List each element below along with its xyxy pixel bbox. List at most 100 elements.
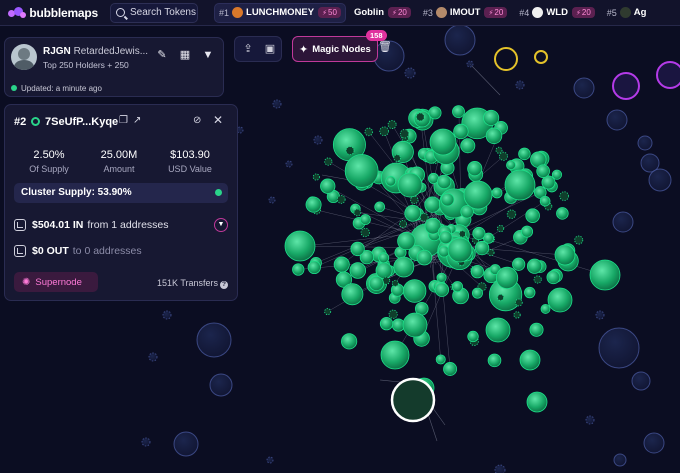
bubble-node[interactable] (360, 227, 370, 238)
bubble-node[interactable] (429, 128, 457, 156)
token-tab-4[interactable]: #4 WLD 20 (515, 3, 598, 23)
bubble-node[interactable] (345, 146, 355, 156)
bubble-node[interactable] (514, 298, 523, 307)
trash-icon[interactable]: 🗑 (378, 40, 392, 56)
bubble-node[interactable] (451, 281, 464, 293)
bubble-node[interactable] (336, 195, 346, 204)
share-icon[interactable]: ⇪ (241, 42, 255, 56)
bubble-node[interactable] (546, 270, 561, 285)
bubble-node[interactable] (397, 172, 423, 198)
bubble-node[interactable] (515, 80, 525, 90)
token-tab-5[interactable]: #5 Ag (603, 3, 655, 23)
bubble-node[interactable] (393, 256, 415, 278)
bubble-node[interactable] (320, 178, 336, 194)
bubble-node[interactable] (643, 432, 665, 454)
bubble-node[interactable] (344, 154, 379, 188)
hide-icon[interactable]: ⊘ (193, 115, 201, 126)
bubble-node[interactable] (324, 157, 333, 166)
bubble-node[interactable] (495, 146, 503, 154)
bubble-node[interactable] (453, 123, 469, 140)
bubble-node[interactable] (385, 175, 397, 187)
bubble-node[interactable] (393, 154, 401, 162)
bubble-node[interactable] (436, 272, 447, 283)
bubble-node[interactable] (419, 212, 429, 222)
bubble-node[interactable] (460, 138, 476, 154)
bubble-node[interactable] (447, 237, 473, 263)
bubble-node[interactable] (513, 311, 521, 319)
bubble-node[interactable] (379, 317, 394, 331)
bubble-node[interactable] (573, 77, 595, 99)
bubble-node[interactable] (375, 262, 393, 280)
bubble-node[interactable] (374, 201, 386, 213)
bubble-node[interactable] (540, 304, 551, 314)
bubble-node[interactable] (598, 327, 640, 369)
bubble-node[interactable] (272, 99, 282, 109)
bubble-node[interactable] (292, 263, 305, 276)
bubble-node[interactable] (613, 453, 627, 467)
bubble-node[interactable] (595, 310, 605, 320)
bubble-node-purple-large[interactable] (656, 61, 680, 89)
bubble-node[interactable] (312, 173, 320, 181)
supernode-button[interactable]: ✺ Supernode (14, 272, 98, 292)
bubble-node[interactable] (305, 196, 322, 213)
bubble-node[interactable] (399, 219, 407, 228)
bubble-node[interactable] (209, 373, 233, 397)
bubble-node[interactable] (341, 333, 358, 350)
bubble-node[interactable] (285, 160, 293, 168)
bubble-node[interactable] (436, 174, 452, 190)
bubble-node[interactable] (390, 283, 405, 297)
magic-nodes-button[interactable]: ✦ Magic Nodes (292, 36, 378, 62)
bubble-node[interactable] (416, 249, 433, 266)
bubble-node[interactable] (141, 437, 151, 447)
bubble-node[interactable] (612, 211, 634, 233)
bubble-node[interactable] (554, 244, 576, 266)
bubble-node[interactable] (415, 112, 425, 122)
bubble-node[interactable] (471, 287, 483, 299)
bubble-node[interactable] (404, 67, 416, 79)
external-link-icon[interactable]: ↗ (133, 115, 141, 126)
bubble-node[interactable] (440, 192, 455, 207)
bubble-node[interactable] (350, 241, 365, 257)
bubble-node-yellow-small[interactable] (534, 50, 548, 64)
bubble-node[interactable] (458, 230, 467, 238)
bubble-node[interactable] (487, 353, 502, 368)
logo[interactable]: bubblemaps (8, 6, 98, 20)
bubble-node[interactable] (497, 293, 505, 301)
bubble-node[interactable] (435, 354, 446, 365)
bubble-node[interactable] (364, 127, 373, 137)
bubble-node[interactable] (378, 252, 390, 264)
bubble-node[interactable] (606, 109, 628, 131)
bubble-node[interactable] (307, 260, 321, 275)
bubble-node[interactable] (148, 352, 158, 362)
bubble-node[interactable] (506, 209, 517, 219)
bubble-node[interactable] (539, 195, 551, 207)
bubble-node[interactable] (391, 279, 399, 287)
bubble-node[interactable] (512, 257, 526, 271)
bubble-node[interactable] (631, 371, 651, 391)
bubble-node[interactable] (533, 275, 542, 284)
bubble-node[interactable] (498, 151, 508, 161)
bubble-node[interactable] (434, 282, 450, 297)
bubble-node[interactable] (495, 266, 519, 290)
bubble-node[interactable] (341, 283, 364, 306)
bubble-node[interactable] (483, 109, 500, 126)
bubble-node[interactable] (518, 147, 531, 161)
edit-icon[interactable]: ✎ (155, 48, 169, 62)
cluster-supply-row[interactable]: Cluster Supply: 53.90% (14, 183, 228, 203)
search-tokens-button[interactable]: Search Tokens (110, 2, 198, 23)
bubble-node[interactable] (506, 160, 516, 171)
copy-icon[interactable]: ❐ (119, 115, 128, 126)
bubble-node[interactable] (353, 208, 362, 217)
bubble-node[interactable] (519, 349, 541, 371)
bubble-node[interactable] (472, 226, 486, 241)
bubble-node[interactable] (452, 105, 465, 119)
bubble-node[interactable] (266, 456, 274, 464)
lock-icon[interactable]: ▣ (263, 42, 277, 56)
bubble-node[interactable] (526, 258, 543, 274)
bubble-node[interactable] (284, 230, 316, 262)
bubble-node[interactable] (559, 191, 569, 201)
bubble-node[interactable] (388, 309, 398, 319)
bubble-node[interactable] (556, 207, 569, 220)
filter-icon[interactable]: ▼ (201, 48, 215, 62)
bubble-node-selected[interactable] (390, 377, 436, 423)
